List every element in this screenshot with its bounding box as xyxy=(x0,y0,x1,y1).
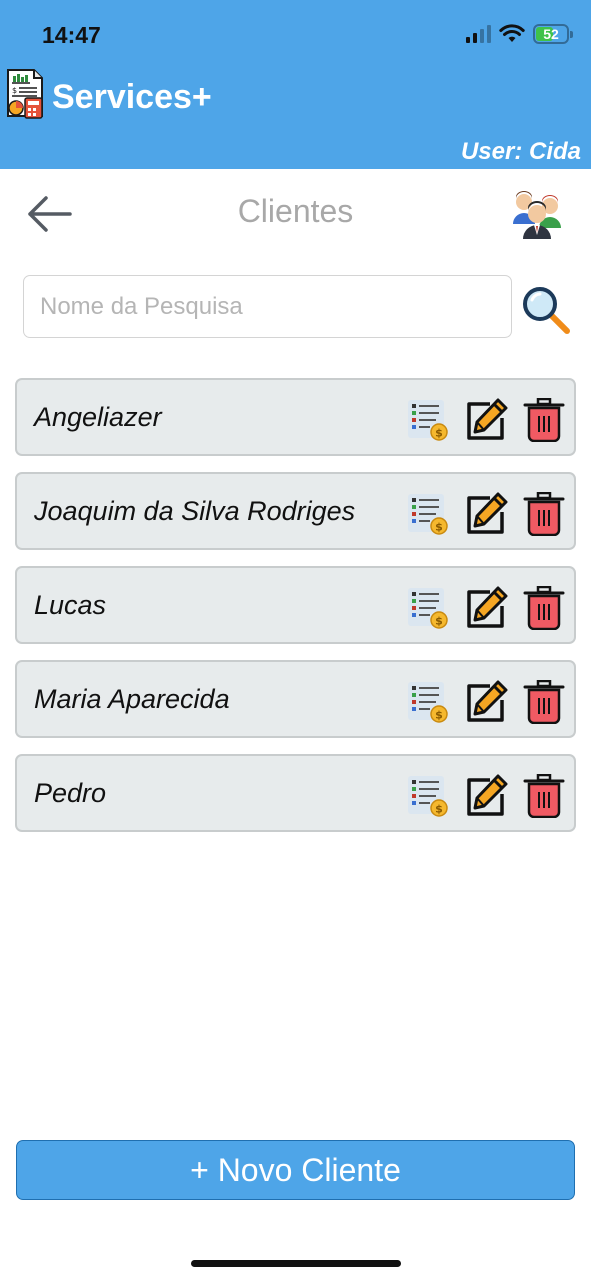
battery-icon: 52 xyxy=(533,24,573,44)
wifi-icon xyxy=(499,24,525,42)
arrow-left-icon xyxy=(28,196,72,232)
group-users-icon[interactable] xyxy=(510,190,564,240)
trash-icon[interactable] xyxy=(522,398,566,442)
client-name: Pedro xyxy=(34,778,107,808)
svg-text:$: $ xyxy=(435,615,443,628)
pencil-edit-icon[interactable] xyxy=(464,398,508,442)
client-row[interactable]: Pedro $ xyxy=(15,754,576,832)
client-row[interactable]: Joaquim da Silva Rodriges $ xyxy=(15,472,576,550)
bill-coin-icon[interactable]: $ xyxy=(406,774,450,818)
client-row[interactable]: Maria Aparecida $ xyxy=(15,660,576,738)
home-indicator[interactable] xyxy=(191,1260,401,1267)
svg-text:$: $ xyxy=(435,521,443,534)
svg-text:$: $ xyxy=(12,86,17,95)
client-list: Angeliazer $ Joaquim da Silva Rodriges $… xyxy=(15,378,576,848)
trash-icon[interactable] xyxy=(522,586,566,630)
cellular-signal-icon xyxy=(466,25,491,43)
pencil-edit-icon[interactable] xyxy=(464,586,508,630)
page-title: Clientes xyxy=(237,193,354,229)
magnifier-icon xyxy=(523,287,570,334)
bill-coin-icon[interactable]: $ xyxy=(406,492,450,536)
trash-icon[interactable] xyxy=(522,774,566,818)
bill-coin-icon[interactable]: $ xyxy=(406,586,450,630)
status-icons: 52 xyxy=(466,24,573,44)
search-button[interactable] xyxy=(520,284,572,336)
search-input[interactable] xyxy=(23,275,512,338)
app-title: Services+ xyxy=(52,78,212,116)
back-button[interactable] xyxy=(24,192,76,236)
app-header: 14:47 52 $ Services+ User: Cida xyxy=(0,0,591,169)
status-time: 14:47 xyxy=(42,22,101,48)
bill-coin-icon[interactable]: $ xyxy=(406,398,450,442)
trash-icon[interactable] xyxy=(522,680,566,724)
new-client-button[interactable]: + Novo Cliente xyxy=(16,1140,575,1200)
user-label: User: Cida xyxy=(460,138,581,165)
client-name: Angeliazer xyxy=(34,402,162,432)
client-name: Lucas xyxy=(34,590,107,620)
client-name: Joaquim da Silva Rodriges xyxy=(34,496,356,526)
pencil-edit-icon[interactable] xyxy=(464,774,508,818)
pencil-edit-icon[interactable] xyxy=(464,680,508,724)
client-name: Maria Aparecida xyxy=(34,684,230,714)
invoice-calculator-icon: $ xyxy=(7,69,43,119)
battery-level: 52 xyxy=(543,26,559,42)
client-row[interactable]: Angeliazer $ xyxy=(15,378,576,456)
svg-text:$: $ xyxy=(435,427,443,440)
svg-text:$: $ xyxy=(435,803,443,816)
client-row[interactable]: Lucas $ xyxy=(15,566,576,644)
bill-coin-icon[interactable]: $ xyxy=(406,680,450,724)
pencil-edit-icon[interactable] xyxy=(464,492,508,536)
svg-text:$: $ xyxy=(435,709,443,722)
trash-icon[interactable] xyxy=(522,492,566,536)
